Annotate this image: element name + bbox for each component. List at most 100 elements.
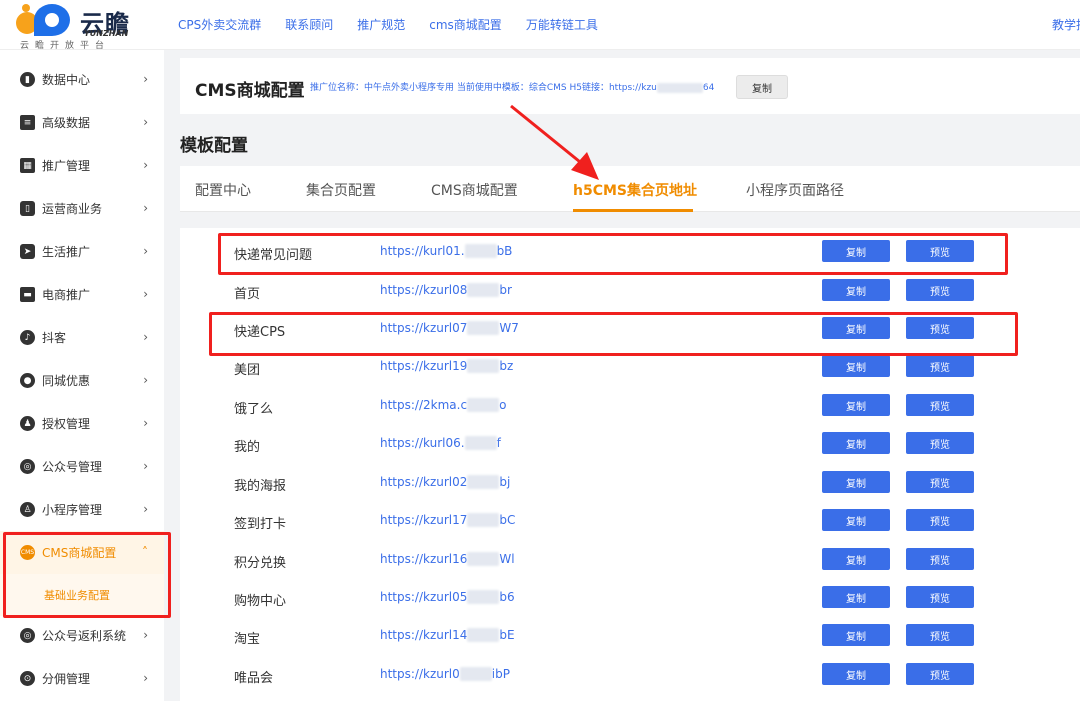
sidebar: ▮ 数据中心 › ≡ 高级数据 › ▦ 推广管理 › ▯ 运营商业务 › ➤ 生… <box>0 50 164 701</box>
url-link[interactable]: https://kzurl08xxxxbr <box>380 283 512 297</box>
list-item: 唯品会 https://kzurl0xxxxibP 复制 预览 <box>180 657 1080 695</box>
grid-icon: ▦ <box>20 158 35 173</box>
header-meta-text: 推广位名称：中午点外卖小程序专用 当前使用中模板：综合CMS H5链接：http… <box>310 83 657 93</box>
header-meta: 推广位名称：中午点外卖小程序专用 当前使用中模板：综合CMS H5链接：http… <box>310 80 714 93</box>
sidebar-item-label: 公众号管理 <box>42 460 103 474</box>
logo-mark-icon <box>14 2 74 38</box>
sidebar-item-operator[interactable]: ▯ 运营商业务 › <box>0 187 164 230</box>
url-link[interactable]: https://kzurl0xxxxibP <box>380 667 510 681</box>
url-link[interactable]: https://kzurl14xxxxbE <box>380 628 515 642</box>
sidebar-item-label: 运营商业务 <box>42 202 103 216</box>
copy-button[interactable]: 复制 <box>822 317 890 339</box>
list-item: 积分兑换 https://kzurl16xxxxWl 复制 预览 <box>180 542 1080 580</box>
copy-button[interactable]: 复制 <box>822 432 890 454</box>
url-link[interactable]: https://kzurl19xxxxbz <box>380 359 513 373</box>
sidebar-item-commission[interactable]: ⊙ 分佣管理 › <box>0 657 164 700</box>
topnav-link-tool[interactable]: 万能转链工具 <box>526 16 598 33</box>
preview-button[interactable]: 预览 <box>906 509 974 531</box>
topnav-cms-config[interactable]: cms商城配置 <box>429 16 502 33</box>
tab-mini-program-path[interactable]: 小程序页面路径 <box>746 180 844 200</box>
copy-button[interactable]: 复制 <box>822 394 890 416</box>
url-link[interactable]: https://kzurl02xxxxbj <box>380 475 510 489</box>
chevron-right-icon: › <box>143 459 148 473</box>
tab-cms-config[interactable]: CMS商城配置 <box>431 180 518 200</box>
sidebar-item-label: 推广管理 <box>42 159 91 173</box>
copy-button[interactable]: 复制 <box>822 624 890 646</box>
sidebar-item-data-center[interactable]: ▮ 数据中心 › <box>0 58 164 101</box>
sidebar-item-ecommerce[interactable]: ▬ 电商推广 › <box>0 273 164 316</box>
list-item: 饿了么 https://2kma.cxxxxo 复制 预览 <box>180 388 1080 426</box>
preview-button[interactable]: 预览 <box>906 624 974 646</box>
copy-button[interactable]: 复制 <box>822 548 890 570</box>
sidebar-item-promotion[interactable]: ▦ 推广管理 › <box>0 144 164 187</box>
url-link[interactable]: https://kzurl16xxxxWl <box>380 552 515 566</box>
tab-active-indicator <box>573 209 693 212</box>
preview-button[interactable]: 预览 <box>906 586 974 608</box>
sidebar-item-label: 生活推广 <box>42 245 91 259</box>
top-bar: 云瞻 YUNZHAN 云瞻开放平台 CPS外卖交流群 联系顾问 推广规范 cms… <box>0 0 1080 51</box>
chevron-right-icon: › <box>143 115 148 129</box>
copy-button[interactable]: 复制 <box>822 355 890 377</box>
preview-button[interactable]: 预览 <box>906 432 974 454</box>
url-link[interactable]: https://kurl01.xxxxbB <box>380 244 512 258</box>
url-link[interactable]: https://kzurl07xxxxW7 <box>380 321 519 335</box>
topnav-contact[interactable]: 联系顾问 <box>285 16 333 33</box>
preview-button[interactable]: 预览 <box>906 355 974 377</box>
sidebar-item-label: 电商推广 <box>42 288 91 302</box>
preview-button[interactable]: 预览 <box>906 548 974 570</box>
sidebar-item-mini-program[interactable]: ♙ 小程序管理 › <box>0 488 164 531</box>
copy-button[interactable]: 复制 <box>822 663 890 685</box>
url-list: 快递常见问题 https://kurl01.xxxxbB 复制 预览 首页 ht… <box>180 228 1080 701</box>
preview-button[interactable]: 预览 <box>906 279 974 301</box>
list-item: 快递常见问题 https://kurl01.xxxxbB 复制 预览 <box>180 234 1080 272</box>
chevron-up-icon: ˄ <box>142 545 148 559</box>
copy-button[interactable]: 复制 <box>822 471 890 493</box>
shop-icon: ▬ <box>20 287 35 302</box>
topnav-tutorial[interactable]: 教学指 <box>1052 16 1080 33</box>
sidebar-item-label: CMS商城配置 <box>42 546 117 560</box>
url-link[interactable]: https://kurl06.xxxxf <box>380 436 501 450</box>
preview-button[interactable]: 预览 <box>906 663 974 685</box>
sidebar-item-local[interactable]: ● 同城优惠 › <box>0 359 164 402</box>
copy-button[interactable]: 复制 <box>822 586 890 608</box>
tiktok-icon: ♪ <box>20 330 35 345</box>
preview-button[interactable]: 预览 <box>906 317 974 339</box>
url-link[interactable]: https://kzurl05xxxxb6 <box>380 590 515 604</box>
logo[interactable]: 云瞻 YUNZHAN 云瞻开放平台 <box>14 2 144 51</box>
url-link[interactable]: https://2kma.cxxxxo <box>380 398 506 412</box>
sidebar-item-label: 分佣管理 <box>42 672 91 686</box>
tab-config-center[interactable]: 配置中心 <box>195 180 251 200</box>
redaction: xxxx <box>656 83 703 93</box>
preview-button[interactable]: 预览 <box>906 394 974 416</box>
tab-collection-config[interactable]: 集合页配置 <box>306 180 376 200</box>
sidebar-subitem-basic-config[interactable]: 基础业务配置 <box>0 574 164 616</box>
copy-button[interactable]: 复制 <box>822 279 890 301</box>
copy-button[interactable]: 复制 <box>822 240 890 262</box>
tab-h5cms-url[interactable]: h5CMS集合页地址 <box>573 180 697 200</box>
copy-button[interactable]: 复制 <box>822 509 890 531</box>
sidebar-item-label: 高级数据 <box>42 116 91 130</box>
sidebar-item-rebate[interactable]: ◎ 公众号返利系统 › <box>0 614 164 657</box>
share-icon: ⊙ <box>20 671 35 686</box>
url-link[interactable]: https://kzurl17xxxxbC <box>380 513 515 527</box>
list-item: 快递CPS https://kzurl07xxxxW7 复制 预览 <box>180 311 1080 349</box>
sidebar-item-auth[interactable]: ♟ 授权管理 › <box>0 402 164 445</box>
topnav-cps-group[interactable]: CPS外卖交流群 <box>178 16 261 33</box>
header-copy-button[interactable]: 复制 <box>736 75 788 99</box>
header-panel: CMS商城配置 推广位名称：中午点外卖小程序专用 当前使用中模板：综合CMS H… <box>180 58 1080 114</box>
sidebar-item-label: 数据中心 <box>42 73 91 87</box>
preview-button[interactable]: 预览 <box>906 240 974 262</box>
preview-button[interactable]: 预览 <box>906 471 974 493</box>
sidebar-item-life[interactable]: ➤ 生活推广 › <box>0 230 164 273</box>
sidebar-item-advanced-data[interactable]: ≡ 高级数据 › <box>0 101 164 144</box>
chart-icon: ▮ <box>20 72 35 87</box>
tab-bar: 配置中心 集合页配置 CMS商城配置 h5CMS集合页地址 小程序页面路径 <box>180 166 1080 212</box>
header-meta-suffix: 64 <box>702 83 715 93</box>
cms-icon: CMS <box>20 545 35 560</box>
sidebar-item-cms-config[interactable]: CMS CMS商城配置 ˄ <box>0 531 164 574</box>
sidebar-item-douke[interactable]: ♪ 抖客 › <box>0 316 164 359</box>
list-item: 签到打卡 https://kzurl17xxxxbC 复制 预览 <box>180 503 1080 541</box>
sidebar-item-official-account[interactable]: ◎ 公众号管理 › <box>0 445 164 488</box>
chevron-right-icon: › <box>143 671 148 685</box>
topnav-rules[interactable]: 推广规范 <box>357 16 405 33</box>
